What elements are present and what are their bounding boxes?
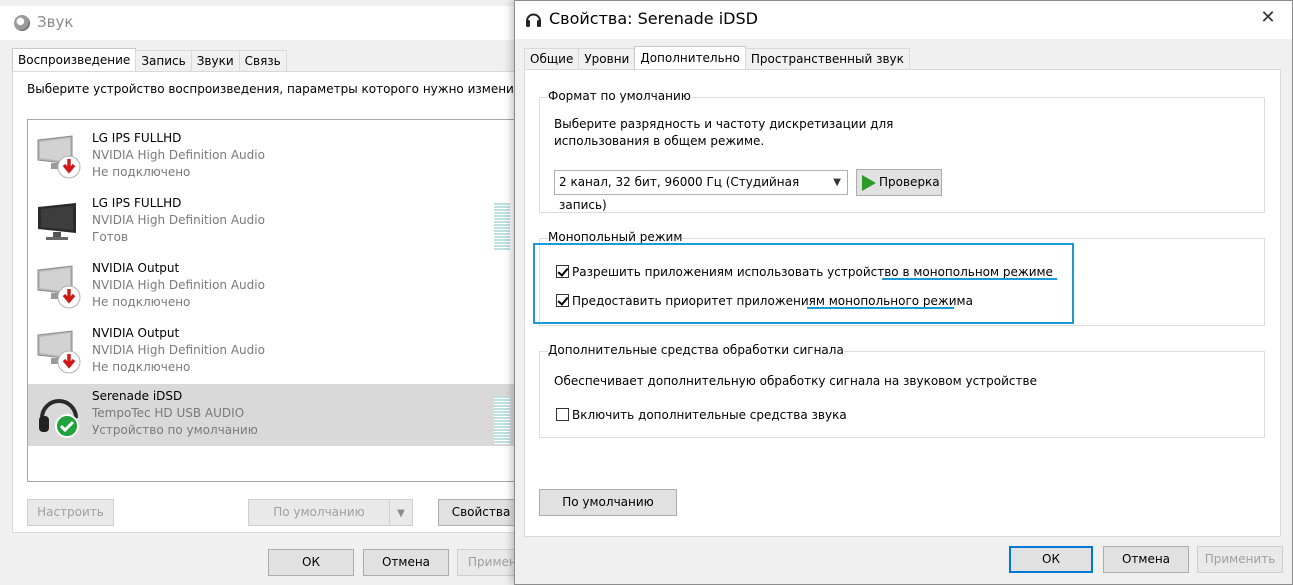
device-name: LG IPS FULLHD: [92, 196, 182, 210]
monitor-disconnected-icon: [37, 265, 81, 309]
device-status: Готов: [92, 230, 129, 244]
device-driver: NVIDIA High Definition Audio: [92, 213, 265, 227]
signal-enhancements-group: Дополнительные средства обработки сигнал…: [539, 343, 1265, 438]
device-item-selected[interactable]: Serenade iDSD TempoTec HD USB AUDIO Устр…: [28, 384, 526, 446]
default-format-group: Формат по умолчанию Выберите разрядность…: [539, 89, 1265, 213]
device-driver: NVIDIA High Definition Audio: [92, 148, 265, 162]
device-name: Serenade iDSD: [92, 389, 183, 403]
highlight-underline: [807, 307, 954, 309]
tab-spatial-sound[interactable]: Пространственный звук: [744, 48, 910, 70]
default-format-legend: Формат по умолчанию: [548, 89, 691, 103]
sound-apply-button[interactable]: Примени: [457, 549, 517, 576]
device-name: LG IPS FULLHD: [92, 131, 182, 145]
monitor-icon: [38, 203, 76, 240]
device-status: Устройство по умолчанию: [92, 423, 258, 437]
device-item[interactable]: NVIDIA Output NVIDIA High Definition Aud…: [28, 321, 526, 383]
device-status: Не подключено: [92, 360, 191, 374]
enable-enhancements-label: Включить дополнительные средства звука: [572, 408, 847, 422]
tab-levels[interactable]: Уровни: [578, 48, 636, 70]
properties-titlebar: Свойства: Serenade iDSD ✕: [515, 1, 1292, 39]
default-format-description-line1: Выберите разрядность и частоту дискретиз…: [554, 117, 894, 131]
exclusive-mode-legend: Монопольный режим: [548, 230, 683, 244]
chevron-down-icon: ▼: [397, 508, 405, 519]
sound-tabs: Воспроизведение Запись Звуки Связь: [12, 48, 287, 72]
device-status: Не подключено: [92, 165, 191, 179]
properties-cancel-button[interactable]: Отмена: [1103, 546, 1189, 573]
monitor-disconnected-icon: [37, 135, 81, 179]
enable-enhancements-row[interactable]: Включить дополнительные средства звука: [556, 408, 847, 422]
headphones-default-icon: [39, 399, 79, 438]
playback-panel: Выберите устройство воспроизведения, пар…: [12, 71, 540, 533]
signal-enhancements-legend: Дополнительные средства обработки сигнал…: [548, 343, 844, 357]
monitor-disconnected-icon: [37, 330, 81, 374]
test-button[interactable]: Проверка: [856, 169, 942, 196]
chevron-down-icon: ▼: [833, 177, 841, 188]
device-item[interactable]: LG IPS FULLHD NVIDIA High Definition Aud…: [28, 126, 526, 188]
level-meter: [494, 396, 510, 444]
speaker-icon: [14, 15, 30, 31]
sound-ok-button[interactable]: ОК: [268, 549, 354, 576]
sound-cancel-button[interactable]: Отмена: [363, 549, 449, 576]
device-driver: TempoTec HD USB AUDIO: [92, 406, 245, 420]
device-name: NVIDIA Output: [92, 261, 180, 275]
sound-window: Звук Воспроизведение Запись Звуки Связь …: [0, 0, 540, 585]
enable-enhancements-checkbox[interactable]: [556, 408, 569, 421]
highlight-annotation-box: [533, 243, 1074, 324]
device-list[interactable]: LG IPS FULLHD NVIDIA High Definition Aud…: [27, 119, 527, 482]
default-format-description: Выберите разрядность и частоту дискретиз…: [554, 116, 894, 150]
highlight-underline: [882, 278, 1057, 280]
format-select[interactable]: 2 канал, 32 бит, 96000 Гц (Студийная зап…: [554, 170, 848, 212]
set-default-dropdown[interactable]: ▼: [389, 499, 413, 526]
tab-playback[interactable]: Воспроизведение: [12, 48, 137, 72]
play-icon: [862, 175, 876, 191]
device-driver: NVIDIA High Definition Audio: [92, 343, 265, 357]
close-button[interactable]: ✕: [1258, 7, 1278, 28]
tab-sounds[interactable]: Звуки: [190, 50, 240, 72]
tab-communications[interactable]: Связь: [238, 50, 287, 72]
device-name: NVIDIA Output: [92, 326, 180, 340]
device-status: Не подключено: [92, 295, 191, 309]
signal-enhancements-description: Обеспечивает дополнительную обработку си…: [554, 374, 1037, 388]
tab-advanced[interactable]: Дополнительно: [634, 46, 746, 70]
properties-button[interactable]: Свойства: [438, 499, 524, 526]
configure-button[interactable]: Настроить: [27, 499, 114, 526]
tab-recording[interactable]: Запись: [135, 50, 192, 72]
properties-tabs: Общие Уровни Дополнительно Пространствен…: [524, 46, 910, 70]
device-driver: NVIDIA High Definition Audio: [92, 278, 265, 292]
headphones-icon: [526, 13, 541, 27]
device-item[interactable]: LG IPS FULLHD NVIDIA High Definition Aud…: [28, 191, 526, 253]
properties-ok-button[interactable]: ОК: [1009, 546, 1093, 573]
properties-window-title: Свойства: Serenade iDSD: [549, 9, 758, 28]
test-button-label: Проверка: [879, 175, 940, 189]
playback-prompt: Выберите устройство воспроизведения, пар…: [27, 82, 532, 96]
restore-defaults-button[interactable]: По умолчанию: [539, 489, 677, 516]
sound-titlebar: Звук: [0, 6, 540, 40]
sound-window-title: Звук: [37, 13, 74, 31]
tab-general[interactable]: Общие: [524, 48, 580, 70]
default-format-description-line2: использования в общем режиме.: [554, 134, 765, 148]
level-meter: [494, 203, 510, 251]
format-select-value: 2 канал, 32 бит, 96000 Гц (Студийная зап…: [559, 175, 800, 212]
set-default-button[interactable]: По умолчанию: [248, 499, 390, 526]
device-item[interactable]: NVIDIA Output NVIDIA High Definition Aud…: [28, 256, 526, 318]
properties-apply-button[interactable]: Применить: [1197, 546, 1283, 573]
